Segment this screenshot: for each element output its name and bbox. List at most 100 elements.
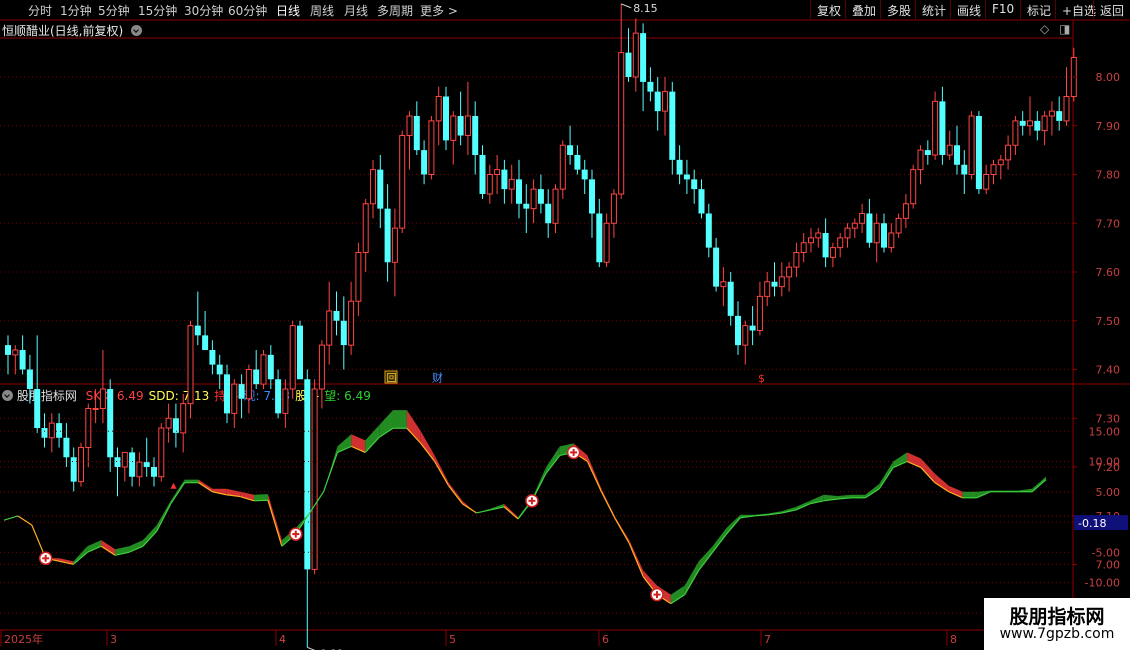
- candle-body: [318, 344, 325, 390]
- candle-body: [85, 408, 92, 448]
- indicator-band: [393, 410, 407, 429]
- indicator-tick-label: 15.00: [1089, 425, 1121, 438]
- candle-body: [946, 144, 953, 156]
- candle-body: [333, 311, 340, 321]
- indicator-line-guan: [267, 500, 283, 547]
- candle-body: [435, 96, 442, 122]
- candle-body: [26, 369, 33, 389]
- candle-body: [304, 379, 311, 570]
- candle-body: [581, 169, 588, 180]
- candle-body: [939, 101, 946, 155]
- candle-body: [1005, 144, 1012, 161]
- candle-body: [647, 81, 654, 92]
- indicator-band: [240, 491, 255, 501]
- candle-body: [1048, 110, 1055, 117]
- indicator-line-guan: [17, 515, 33, 526]
- candle-body: [92, 408, 99, 410]
- date-label: 7: [764, 633, 771, 646]
- candle-body: [78, 447, 84, 483]
- candle-body: [413, 116, 420, 151]
- candle-body: [596, 213, 603, 263]
- indicator-tick-label: -10.00: [1085, 577, 1120, 590]
- candle-body: [406, 115, 413, 136]
- candle-body: [12, 349, 19, 356]
- indicator-line-guan: [503, 506, 519, 520]
- price-tick-label: 7.40: [1096, 364, 1121, 377]
- indicator-tick-label: -5.00: [1092, 546, 1120, 559]
- candle-body: [603, 222, 610, 263]
- indicator-line-guan: [448, 485, 463, 505]
- indicator-band: [670, 585, 685, 604]
- date-label: 8: [950, 633, 957, 646]
- candle-body: [129, 452, 136, 477]
- candle-body: [895, 217, 902, 234]
- candle-body: [530, 188, 537, 210]
- indicator-line-guan: [1031, 479, 1047, 493]
- candle-body: [990, 164, 997, 175]
- candle-body: [165, 417, 172, 429]
- candle-body: [771, 281, 778, 287]
- watermark-title: 股朋指标网: [1009, 606, 1105, 628]
- indicator-line-guan: [462, 503, 477, 514]
- indicator-line-guan: [198, 482, 213, 493]
- candle-body: [63, 437, 70, 458]
- chart-canvas: 8.156.81回财$ 8.007.907.807.707.607.507.40…: [0, 2, 1130, 650]
- candle-body: [187, 325, 194, 405]
- candle-body: [99, 388, 106, 409]
- candle-body: [267, 354, 274, 380]
- candle-body: [486, 174, 493, 195]
- grid-lines: [0, 19, 1130, 650]
- candle-body: [851, 222, 858, 229]
- candle-body: [253, 369, 260, 385]
- indicator-band: [684, 561, 699, 595]
- candle-body: [297, 325, 303, 380]
- candle-body: [829, 247, 836, 258]
- candle-body: [464, 115, 471, 136]
- up-arrow-icon: [170, 482, 177, 489]
- candle-body: [508, 178, 515, 190]
- price-tick-label: 7.30: [1096, 412, 1121, 425]
- candle-body: [625, 52, 632, 77]
- candle-body: [311, 388, 318, 570]
- event-marker-hui: 回: [387, 373, 397, 385]
- candle-body: [421, 150, 428, 175]
- candle-body: [764, 281, 771, 297]
- candle-body: [209, 350, 216, 365]
- candle-body: [574, 155, 581, 170]
- candle-body: [676, 159, 683, 175]
- candle-body: [472, 116, 479, 155]
- indicator-line-guan: [878, 467, 894, 490]
- candle-body: [355, 252, 362, 302]
- candle-body: [180, 403, 187, 434]
- candle-body: [873, 222, 880, 244]
- candle-body: [888, 232, 895, 249]
- candle-body: [815, 232, 822, 239]
- indicator-band: [962, 491, 977, 498]
- indicator-tick-label: 5.00: [1096, 486, 1121, 499]
- candle-body: [683, 174, 690, 180]
- indicator-band: [73, 546, 88, 565]
- candle-body: [559, 144, 566, 190]
- candle-body: [902, 203, 909, 219]
- indicator-line-guan: [725, 517, 741, 535]
- candle-body: [662, 91, 668, 112]
- candle-body: [866, 213, 873, 243]
- candle-body: [370, 169, 376, 205]
- candle-body: [70, 457, 77, 482]
- candle-body: [143, 462, 150, 467]
- candle-body: [194, 325, 201, 336]
- candle-body: [910, 169, 917, 205]
- indicator-line-guan: [628, 542, 644, 577]
- candle-body: [1063, 96, 1070, 122]
- candle-body: [822, 233, 829, 258]
- candle-body: [786, 266, 793, 278]
- candle-body: [669, 91, 676, 160]
- candle-body: [121, 451, 128, 468]
- candle-body: [384, 208, 391, 263]
- candle-body: [705, 213, 712, 248]
- price-tick-label: 7.00: [1096, 559, 1121, 572]
- candle-body: [457, 116, 464, 136]
- candle-body: [968, 115, 975, 175]
- candle-body: [567, 145, 574, 155]
- date-label: 6: [602, 633, 609, 646]
